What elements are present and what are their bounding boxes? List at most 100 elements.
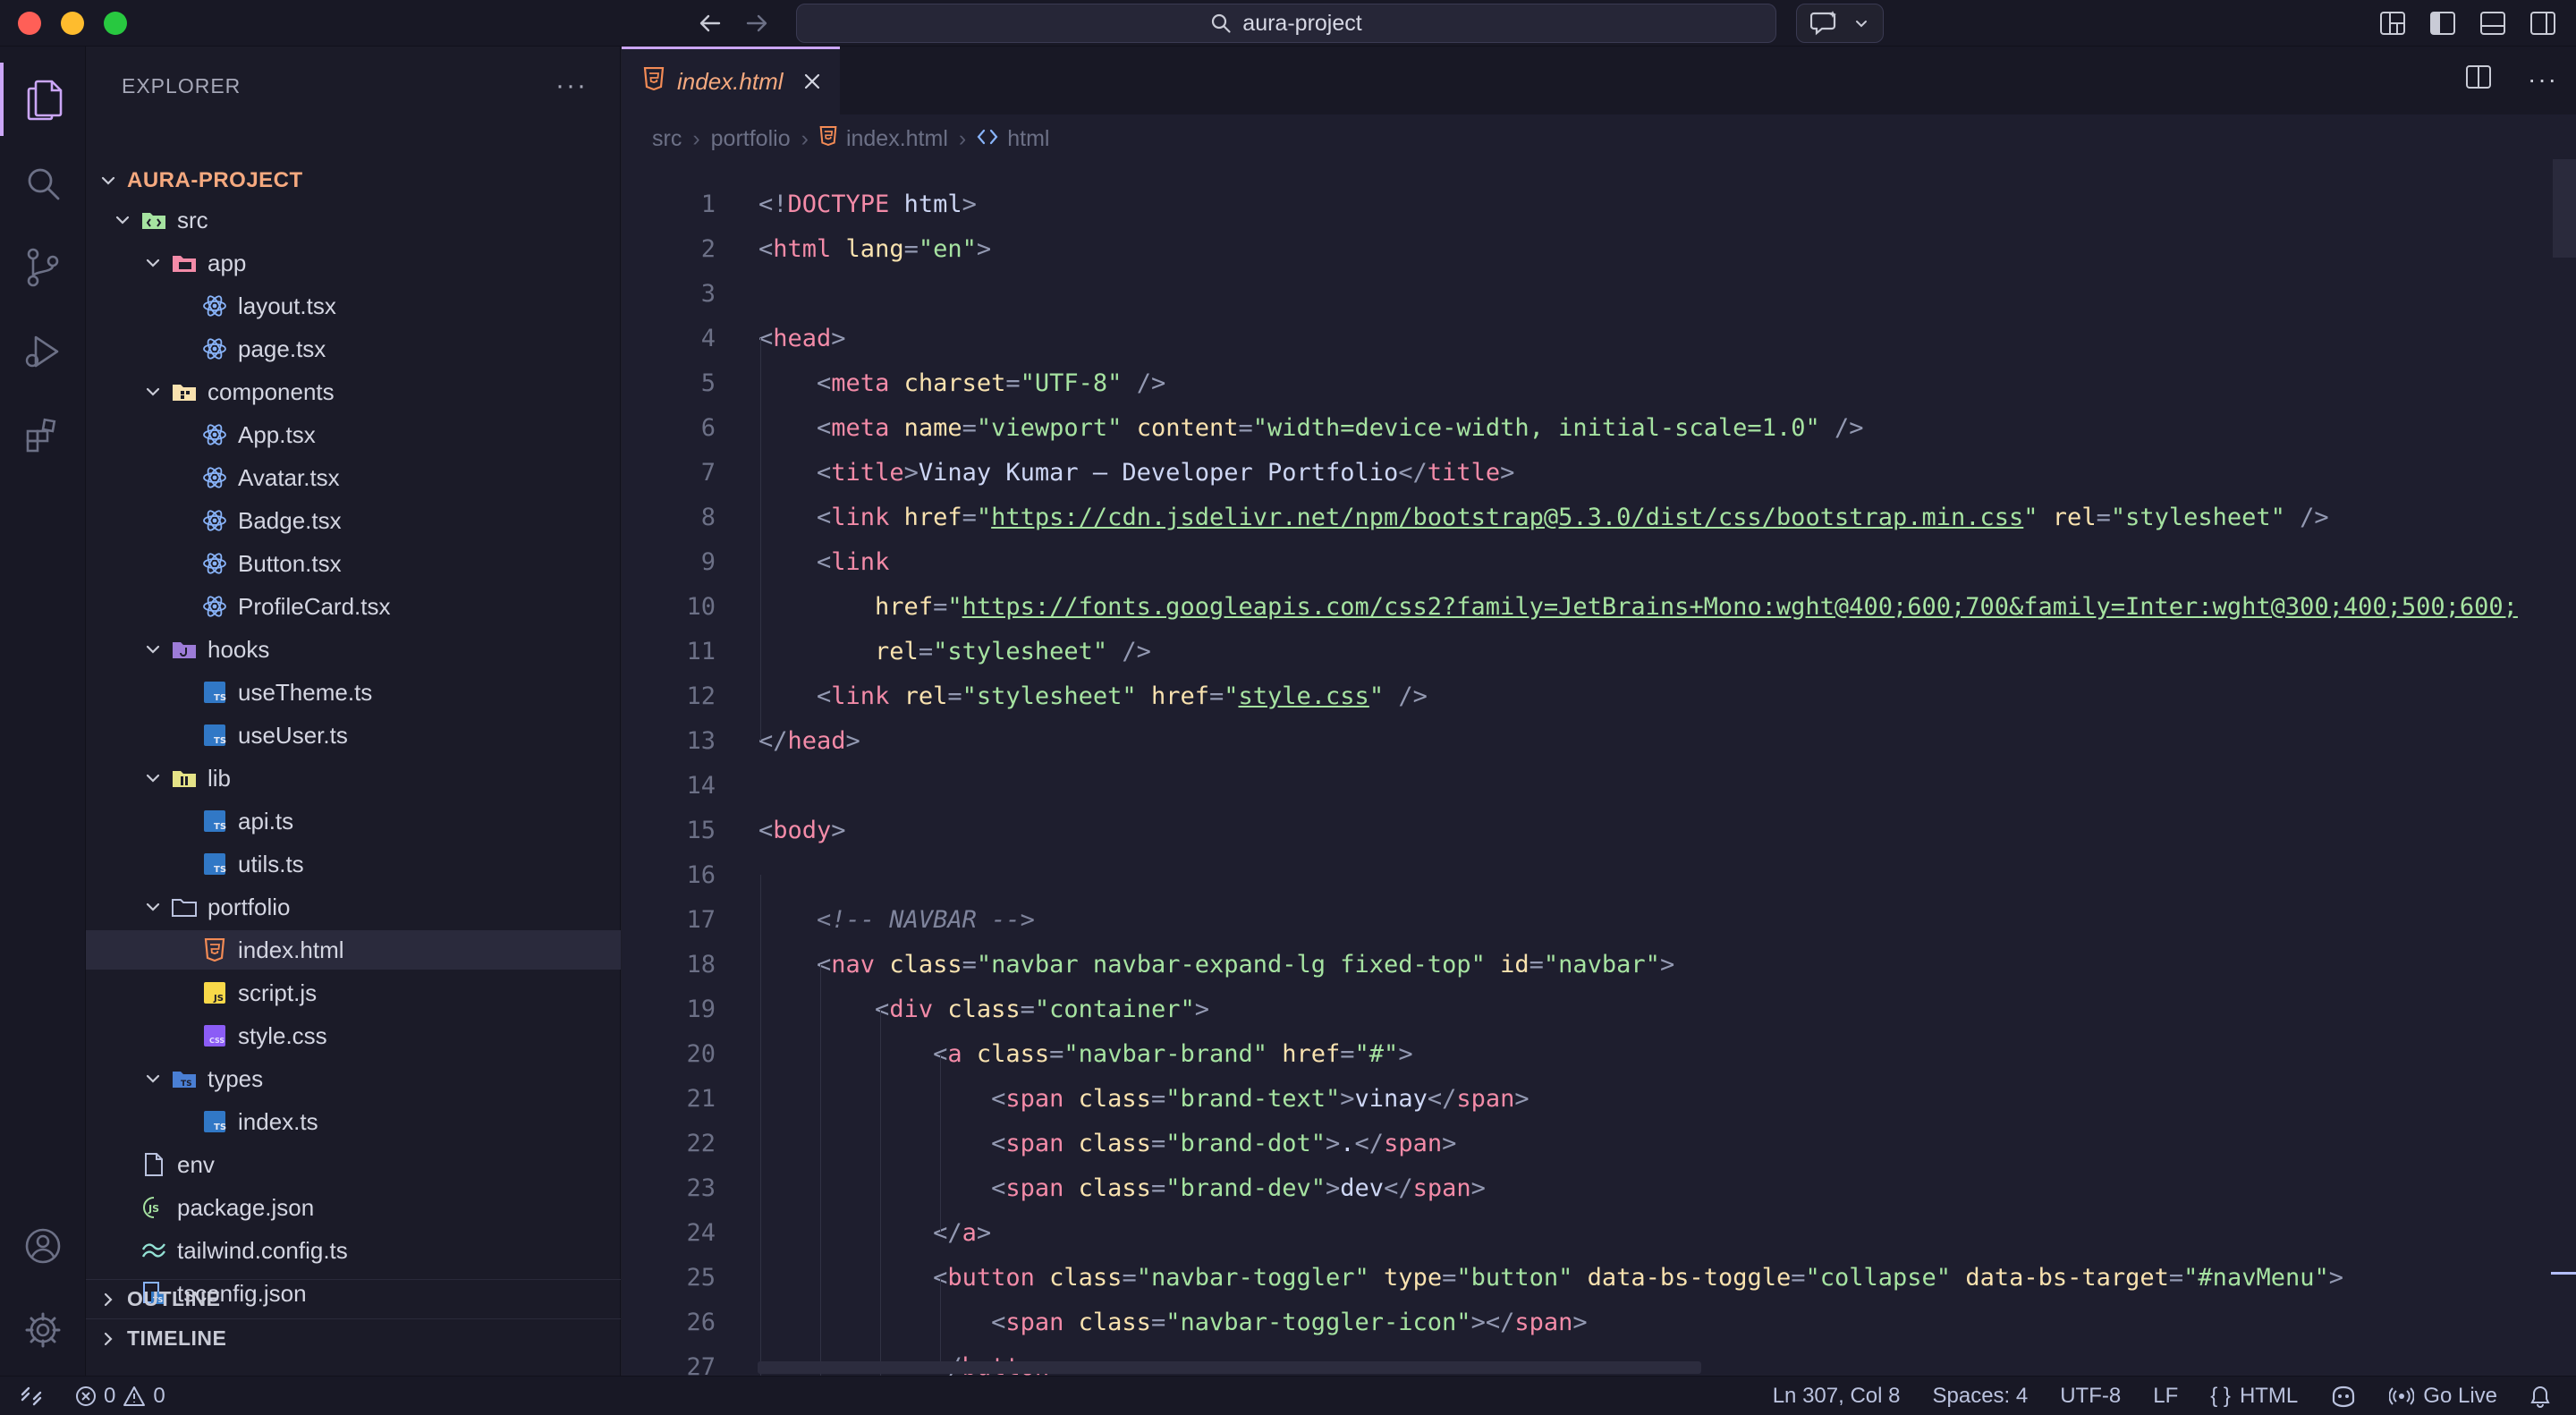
code-token: " xyxy=(947,592,962,621)
tree-folder[interactable]: components xyxy=(86,372,621,411)
vertical-scrollbar-thumb[interactable] xyxy=(2553,159,2576,258)
code-token: rel xyxy=(889,682,948,710)
breadcrumb-item[interactable]: index.html xyxy=(846,126,948,152)
line-content: <a class="navbar-brand" href="#"> xyxy=(758,1040,1413,1068)
tree-file[interactable]: TS index.ts xyxy=(86,1102,621,1141)
tree-file[interactable]: env xyxy=(86,1145,621,1184)
tree-file[interactable]: layout.tsx xyxy=(86,286,621,326)
explorer-more-actions-button[interactable]: ··· xyxy=(555,71,588,101)
code-line: 7 <title>Vinay Kumar — Developer Portfol… xyxy=(622,450,2576,495)
code-token: class xyxy=(962,1039,1050,1068)
explorer-view-button[interactable] xyxy=(0,63,86,136)
line-content: <title>Vinay Kumar — Developer Portfolio… xyxy=(758,459,1514,487)
line-number: 26 xyxy=(686,1308,716,1336)
indentation-setting[interactable]: Spaces: 4 xyxy=(1932,1384,2028,1409)
window-close-button[interactable] xyxy=(18,12,41,35)
tree-file[interactable]: Badge.tsx xyxy=(86,501,621,540)
tree-file[interactable]: TS utils.ts xyxy=(86,844,621,884)
tree-folder[interactable]: hooks xyxy=(86,630,621,669)
copilot-status-button[interactable] xyxy=(2330,1385,2357,1408)
search-view-button[interactable] xyxy=(0,147,86,220)
chevron-down-icon xyxy=(141,895,165,919)
tree-item-label: tailwind.config.ts xyxy=(177,1236,348,1264)
run-debug-view-button[interactable] xyxy=(0,315,86,388)
copilot-chat-button[interactable] xyxy=(1796,4,1884,43)
code-token: rel xyxy=(2038,503,2097,531)
code-token: > xyxy=(1500,458,1515,487)
remote-icon xyxy=(21,1386,42,1405)
window-minimize-button[interactable] xyxy=(61,12,84,35)
extensions-view-button[interactable] xyxy=(0,399,86,472)
chevron-down-icon xyxy=(97,169,120,192)
encoding-setting[interactable]: UTF-8 xyxy=(2060,1384,2121,1409)
breadcrumb-item[interactable]: portfolio xyxy=(711,126,791,152)
code-token: data-bs-target xyxy=(1951,1263,2169,1292)
tree-folder[interactable]: TS types xyxy=(86,1059,621,1098)
tree-file[interactable]: index.html xyxy=(86,930,621,970)
toggle-panel-button[interactable] xyxy=(2478,9,2508,38)
go-back-button[interactable] xyxy=(694,7,726,39)
react-icon xyxy=(202,422,227,447)
manage-settings-button[interactable] xyxy=(0,1293,86,1367)
tree-file[interactable]: JS package.json xyxy=(86,1188,621,1227)
tab-index-html[interactable]: index.html xyxy=(622,47,840,114)
window-zoom-button[interactable] xyxy=(104,12,127,35)
go-forward-button[interactable] xyxy=(741,7,773,39)
tab-label: index.html xyxy=(677,68,784,95)
indent-guide xyxy=(880,1009,881,1376)
split-editor-button[interactable] xyxy=(2465,64,2492,94)
accounts-button[interactable] xyxy=(0,1209,86,1283)
tree-file[interactable]: JS script.js xyxy=(86,973,621,1013)
remote-indicator-button[interactable] xyxy=(0,1385,63,1408)
tree-folder[interactable]: portfolio xyxy=(86,887,621,927)
code-token: div xyxy=(889,995,934,1023)
editor-more-actions-button[interactable]: ··· xyxy=(2528,65,2558,94)
tree-folder[interactable]: app xyxy=(86,243,621,283)
tree-file[interactable]: TS api.ts xyxy=(86,801,621,841)
code-token: > xyxy=(1572,1308,1588,1336)
project-root-folder[interactable]: AURA-PROJECT xyxy=(86,161,621,200)
tab-close-button[interactable] xyxy=(803,68,821,97)
tree-item-label: style.css xyxy=(238,1021,327,1049)
gear-icon xyxy=(25,1312,61,1348)
tree-file[interactable]: Avatar.tsx xyxy=(86,458,621,497)
warning-icon xyxy=(123,1385,146,1406)
cursor-position[interactable]: Ln 307, Col 8 xyxy=(1773,1384,1901,1409)
line-content: <span class="brand-dev">dev</span> xyxy=(758,1174,1486,1202)
outline-section-header[interactable]: OUTLINE xyxy=(86,1279,621,1318)
go-live-button[interactable]: Go Live xyxy=(2389,1384,2497,1409)
problems-indicator[interactable]: 0 0 xyxy=(75,1384,165,1409)
tree-file[interactable]: CSS style.css xyxy=(86,1016,621,1055)
customize-layout-button[interactable] xyxy=(2377,9,2408,38)
tree-file[interactable]: Button.tsx xyxy=(86,544,621,583)
indent-guide xyxy=(760,875,761,1376)
svg-text:TS: TS xyxy=(181,1080,192,1089)
tree-file[interactable]: tailwind.config.ts xyxy=(86,1231,621,1270)
notifications-button[interactable] xyxy=(2529,1385,2551,1408)
source-control-view-button[interactable] xyxy=(0,231,86,304)
command-center-search[interactable]: aura-project xyxy=(796,4,1776,43)
tree-file[interactable]: TS useUser.ts xyxy=(86,716,621,755)
timeline-section-header[interactable]: TIMELINE xyxy=(86,1318,621,1358)
tree-file[interactable]: page.tsx xyxy=(86,329,621,369)
toggle-secondary-sidebar-button[interactable] xyxy=(2528,9,2558,38)
breadcrumb-item[interactable]: src xyxy=(652,126,682,152)
tree-file[interactable]: ProfileCard.tsx xyxy=(86,587,621,626)
toggle-primary-sidebar-button[interactable] xyxy=(2428,9,2458,38)
tree-file[interactable]: TS useTheme.ts xyxy=(86,673,621,712)
end-of-line-setting[interactable]: LF xyxy=(2153,1384,2178,1409)
line-number: 15 xyxy=(686,816,716,844)
code-token: dev xyxy=(1340,1174,1385,1202)
tree-file[interactable]: App.tsx xyxy=(86,415,621,454)
tree-folder[interactable]: src xyxy=(86,200,621,240)
code-token: < xyxy=(991,1308,1006,1336)
chevron-down-icon xyxy=(141,1067,165,1090)
code-token: Vinay Kumar — Developer Portfolio xyxy=(918,458,1399,487)
code-token: = xyxy=(933,592,948,621)
breadcrumb-item[interactable]: html xyxy=(1007,126,1049,152)
horizontal-scrollbar-thumb[interactable] xyxy=(758,1361,1701,1374)
tree-folder[interactable]: lib xyxy=(86,758,621,798)
language-mode-button[interactable]: { } HTML xyxy=(2210,1384,2298,1409)
